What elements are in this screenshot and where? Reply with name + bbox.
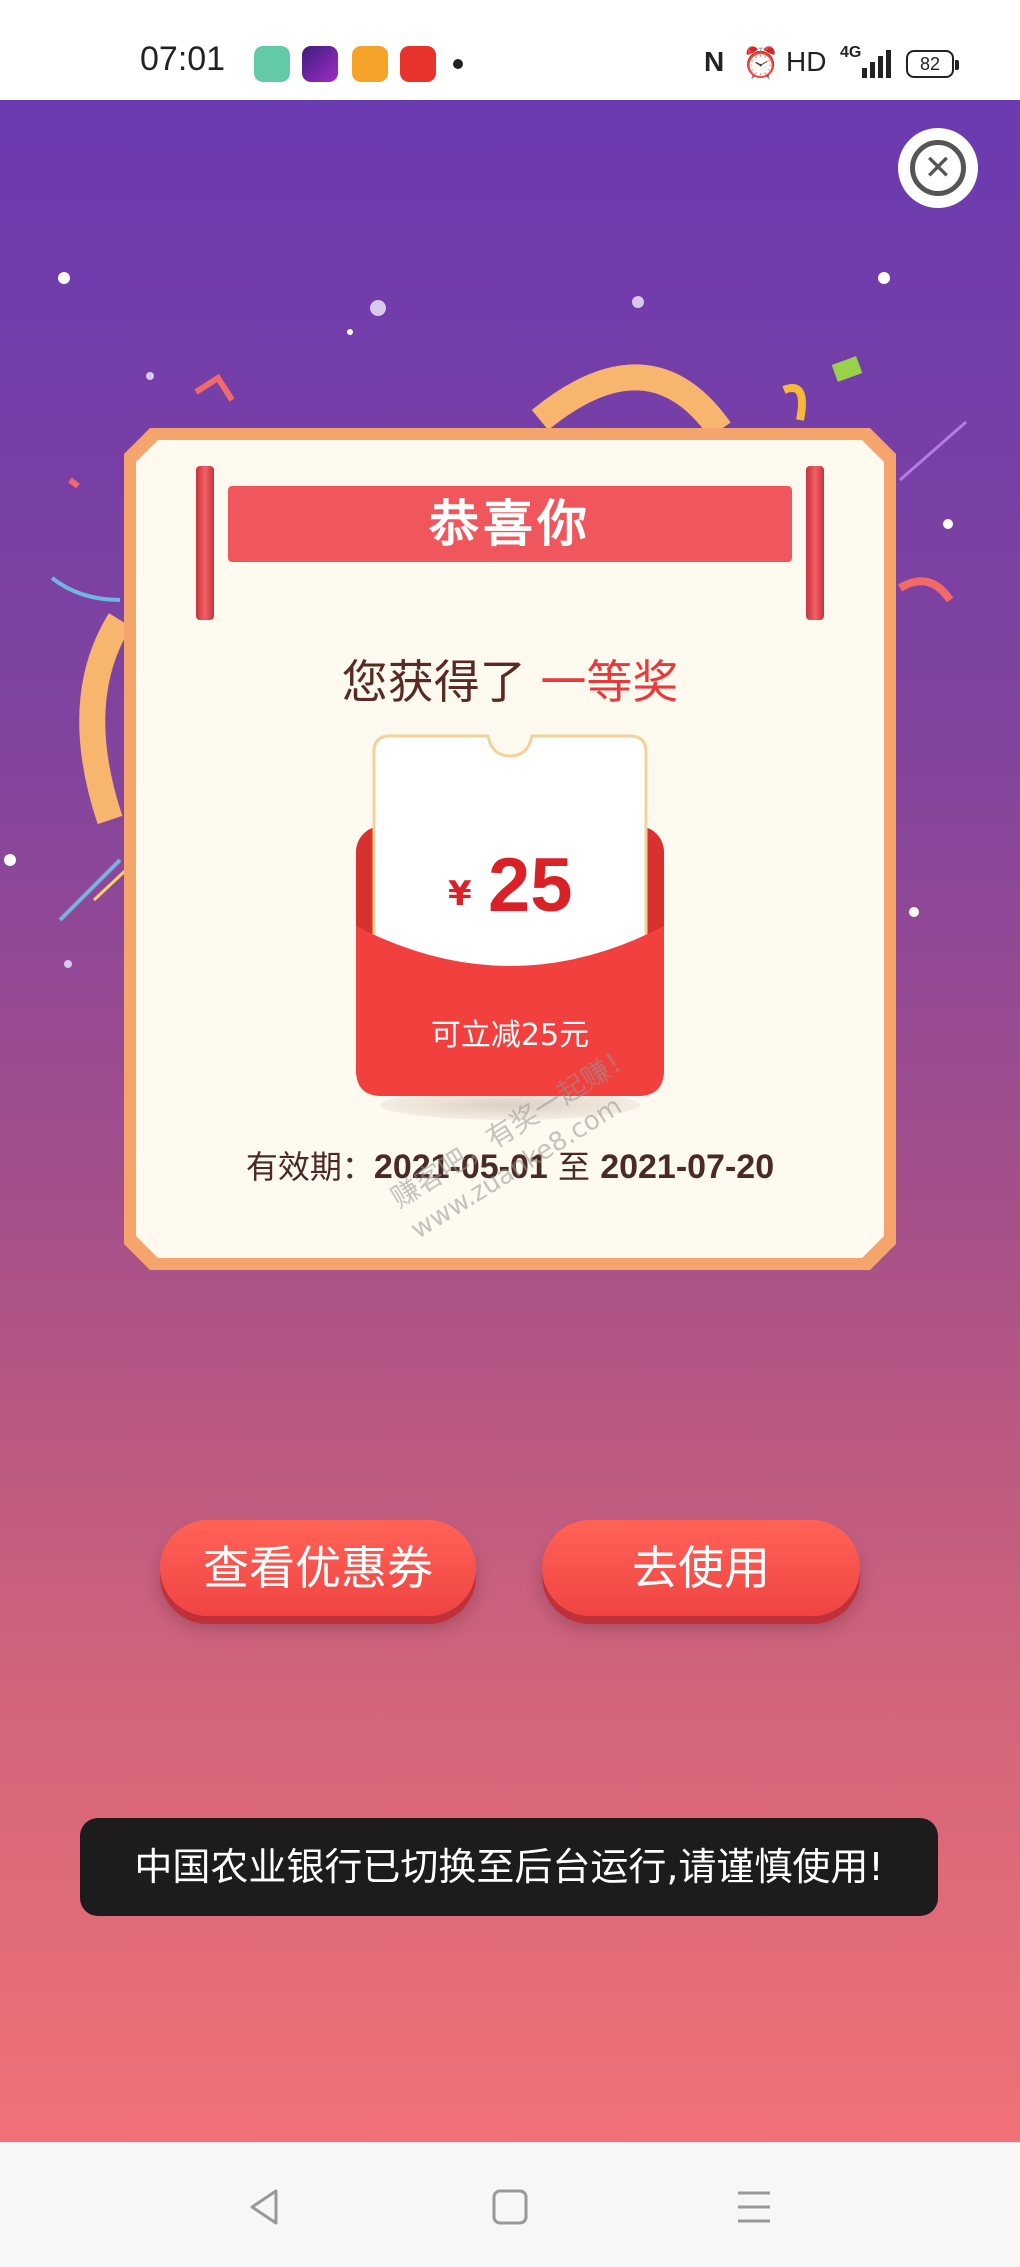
news-app-icon (400, 46, 436, 82)
prize-prefix: 您获得了 (341, 655, 526, 709)
notes-app-icon (254, 46, 290, 82)
coupon-amount: ¥ 25 (430, 830, 630, 930)
home-icon[interactable] (490, 2187, 530, 2227)
recents-menu-icon[interactable] (734, 2187, 774, 2227)
navigation-bar (0, 2142, 1020, 2267)
validity-end: 2021-07-20 (600, 1148, 775, 1186)
view-coupons-button[interactable]: 查看优惠券 (160, 1520, 476, 1616)
video-app-icon (302, 46, 338, 82)
scroll-right-decoration (806, 466, 824, 620)
network-label: 4G (840, 44, 862, 61)
alarm-icon: ⏰ (742, 47, 780, 80)
close-button[interactable]: ✕ (898, 128, 978, 208)
shopping-app-icon (352, 46, 388, 82)
hd-label: HD (786, 46, 827, 77)
signal-icon (862, 48, 892, 84)
validity-label: 有效期： (245, 1148, 374, 1186)
banner-title: 恭喜你 (429, 495, 591, 553)
currency-symbol: ¥ (448, 874, 472, 914)
background-warning-toast: 中国农业银行已切换至后台运行,请谨慎使用! (80, 1818, 938, 1916)
battery-icon: 82 (906, 50, 959, 78)
nfc-icon: N (704, 46, 725, 77)
prize-text: 您获得了 一等奖 (224, 646, 796, 712)
status-time: 07:01 (140, 40, 226, 78)
use-now-button[interactable]: 去使用 (542, 1520, 860, 1616)
scroll-left-decoration (196, 466, 214, 620)
more-notifications-icon (453, 59, 463, 69)
prize-level: 一等奖 (540, 655, 679, 709)
back-icon[interactable] (244, 2187, 284, 2227)
coupon-value: 25 (488, 843, 573, 928)
status-bar: 07:01 N ⏰ HD 4G 82 (0, 0, 1020, 100)
